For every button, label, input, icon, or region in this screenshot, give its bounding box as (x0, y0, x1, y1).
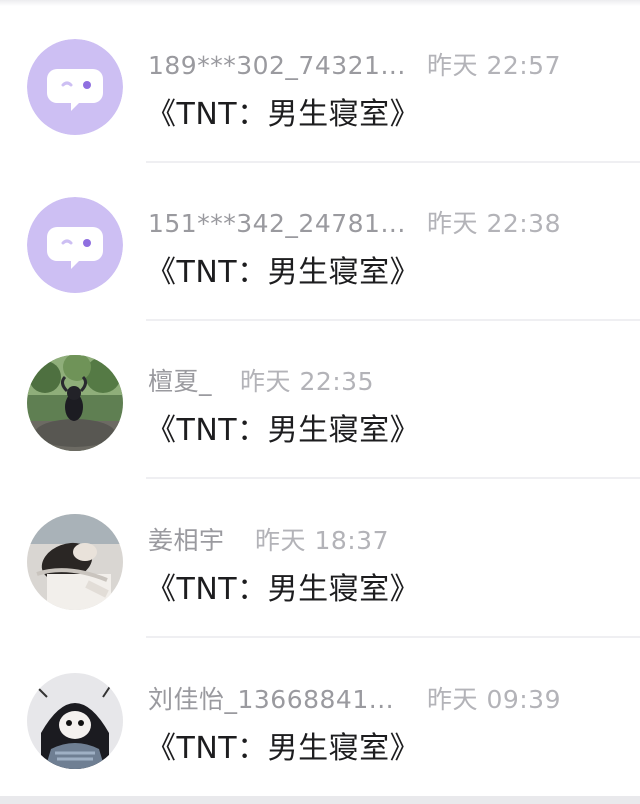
username[interactable]: 刘佳怡_13668841... (148, 683, 427, 717)
anime-illustration-avatar-icon (27, 673, 123, 769)
comment-row[interactable]: 刘佳怡_13668841... 昨天 09:39 《TNT：男生寝室》 (0, 639, 640, 797)
comment-row[interactable]: 檀夏_ 昨天 22:35 《TNT：男生寝室》 (0, 321, 640, 479)
comment-row[interactable]: 189***302_74321... 昨天 22:57 《TNT：男生寝室》 (0, 5, 640, 163)
comment-meta: 151***342_24781... 昨天 22:38 (148, 207, 561, 241)
avatar[interactable] (27, 355, 123, 451)
comment-text: 《TNT：男生寝室》 (146, 572, 421, 607)
comment-meta: 189***302_74321... 昨天 22:57 (148, 49, 561, 83)
forest-photo-avatar-icon (27, 355, 123, 451)
comment-meta: 檀夏_ 昨天 22:35 (148, 365, 374, 399)
row-divider (146, 477, 640, 479)
avatar[interactable] (27, 39, 123, 135)
username[interactable]: 檀夏_ (148, 365, 240, 399)
comment-text: 《TNT：男生寝室》 (146, 97, 421, 132)
avatar[interactable] (27, 197, 123, 293)
username[interactable]: 151***342_24781... (148, 207, 427, 241)
avatar[interactable] (27, 673, 123, 769)
timestamp: 昨天 22:35 (240, 367, 374, 396)
timestamp: 昨天 09:39 (427, 685, 561, 714)
comment-row[interactable]: 151***342_24781... 昨天 22:38 《TNT：男生寝室》 (0, 163, 640, 321)
comment-meta: 姜相宇 昨天 18:37 (148, 524, 389, 558)
comment-row[interactable]: 姜相宇 昨天 18:37 《TNT：男生寝室》 (0, 480, 640, 638)
row-divider (146, 636, 640, 638)
comment-text: 《TNT：男生寝室》 (146, 255, 421, 290)
chat-bubble-avatar-icon (27, 39, 123, 135)
comment-text: 《TNT：男生寝室》 (146, 413, 421, 448)
comment-meta: 刘佳怡_13668841... 昨天 09:39 (148, 683, 561, 717)
timestamp: 昨天 18:37 (255, 526, 389, 555)
avatar[interactable] (27, 514, 123, 610)
chat-bubble-avatar-icon (27, 197, 123, 293)
username[interactable]: 姜相宇 (148, 524, 255, 558)
comment-text: 《TNT：男生寝室》 (146, 731, 421, 766)
person-photo-avatar-icon (27, 514, 123, 610)
username[interactable]: 189***302_74321... (148, 49, 427, 83)
bottom-divider (0, 796, 640, 804)
timestamp: 昨天 22:38 (427, 209, 561, 238)
timestamp: 昨天 22:57 (427, 51, 561, 80)
comment-list: 189***302_74321... 昨天 22:57 《TNT：男生寝室》 15… (0, 0, 640, 804)
